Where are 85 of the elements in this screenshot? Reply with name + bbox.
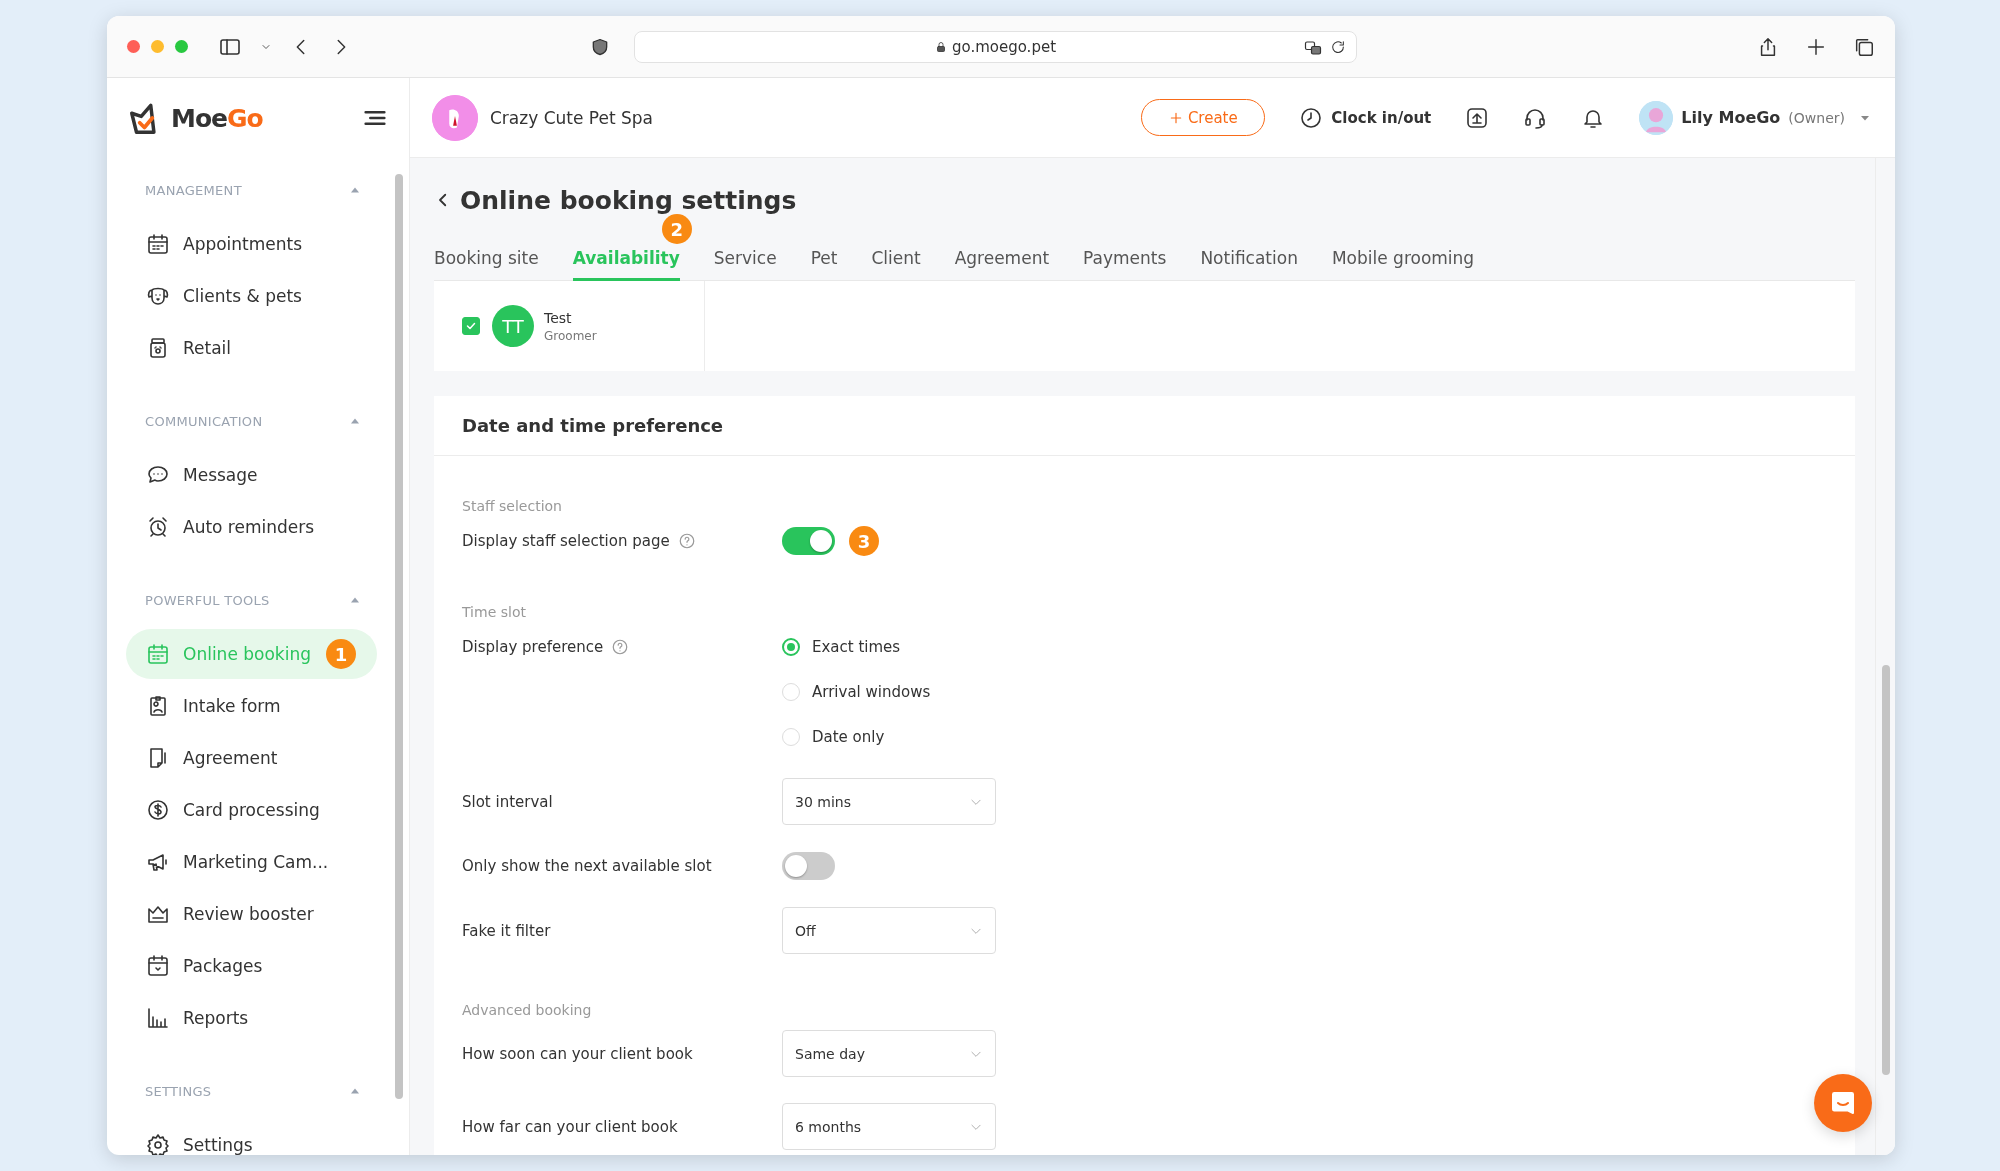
calendar-icon [146,232,170,256]
dropdown[interactable]: Off [782,907,996,954]
tab[interactable]: Service [713,238,777,281]
section-heading: COMMUNICATION [145,413,263,429]
staff-name: Test [544,309,573,326]
window-control-button[interactable] [127,40,140,53]
sidebar-item[interactable]: Packages [126,941,377,991]
calendar-icon [146,642,170,666]
step-badge: 3 [849,526,879,556]
gear-icon [146,1133,170,1155]
upload-icon[interactable] [1465,105,1490,130]
section-heading: MANAGEMENT [145,182,242,198]
user-avatar[interactable] [1639,100,1674,135]
translate-icon[interactable] [1304,38,1322,57]
scrollbar-thumb[interactable] [395,174,403,1099]
setting-label: How far can your client book [462,1117,678,1136]
user-name: Lily MoeGo [1681,108,1781,127]
dropdown[interactable]: 6 months [782,1103,996,1150]
help-icon[interactable] [611,638,630,656]
group-heading: Advanced booking [462,1001,593,1020]
business-name: Crazy Cute Pet Spa [490,107,653,128]
tab[interactable]: Pet [810,238,838,281]
setting-label: Display preference [462,638,604,656]
sidebar-item[interactable]: Clients & pets [126,271,377,321]
package-icon [146,954,170,978]
option-label: Exact times [812,638,901,656]
business-avatar [432,94,478,141]
tab[interactable]: Mobile grooming [1331,238,1475,281]
sidebar-item[interactable]: Settings [126,1120,377,1155]
check-icon [465,320,477,332]
tab[interactable]: Notification [1200,238,1298,281]
scrollbar-thumb[interactable] [1882,665,1890,1075]
sidebar-item[interactable]: Auto reminders [126,502,377,552]
window-control-button[interactable] [175,40,188,53]
option-label: Arrival windows [812,683,931,701]
bar-chart-icon [146,1006,170,1030]
dollar-icon [146,798,170,822]
card-title: Date and time preference [462,415,724,436]
shield-icon[interactable] [590,36,610,57]
toggle-switch[interactable] [782,527,835,555]
sidebar-item[interactable]: Review booster [126,889,377,939]
step-badge: 2 [661,214,692,244]
page-title: Online booking settings [460,185,797,215]
section-heading: SETTINGS [145,1083,212,1099]
plus-icon [1168,110,1183,125]
window-control-button[interactable] [151,40,164,53]
setting-label: Fake it filter [462,921,551,940]
setting-label: Slot interval [462,792,553,811]
sidebar-item[interactable]: Message [126,450,377,500]
dropdown[interactable]: 30 mins [782,778,996,825]
user-role: (Owner) [1788,109,1845,126]
toggle-switch[interactable] [782,852,835,880]
reload-icon[interactable] [1330,38,1346,55]
alarm-clock-icon [146,515,170,539]
section-heading: POWERFUL TOOLS [145,592,270,608]
step-badge: 1 [325,639,356,669]
sidebar-item[interactable]: Retail [126,323,377,373]
tab[interactable]: Client [871,238,921,281]
setting-label: How soon can your client book [462,1044,693,1063]
dropdown[interactable]: Same day [782,1030,996,1077]
sidebar-item[interactable]: Reports [126,993,377,1043]
logo-text: MoeGo [171,103,263,133]
sidebar-item[interactable]: Card processing [126,785,377,835]
clock-in-out-button[interactable]: Clock in/out [1299,105,1432,130]
tab[interactable]: Payments [1083,238,1167,281]
sidebar-item[interactable]: Agreement [126,733,377,783]
tab[interactable]: Booking site [434,238,539,281]
setting-label: Only show the next available slot [462,857,712,875]
help-icon[interactable] [677,532,696,550]
lock-icon [934,40,947,53]
group-heading: Time slot [462,603,527,622]
option-label: Date only [812,728,885,746]
radio-button[interactable] [782,638,800,656]
setting-label: Display staff selection page [462,532,670,550]
url-text: go.moego.pet [951,37,1057,56]
address-bar[interactable]: go.moego.pet [634,30,1357,63]
staff-avatar: TT [492,305,534,347]
sidebar-item[interactable]: Appointments [126,219,377,269]
sidebar-item[interactable]: Intake form [126,681,377,731]
checkbox[interactable] [462,317,480,335]
group-heading: Staff selection [462,497,563,516]
sidebar-item[interactable]: Marketing Cam... [126,837,377,887]
clock-icon [1299,105,1324,130]
staff-role: Groomer [544,328,597,343]
tab[interactable]: Agreement [954,238,1050,281]
